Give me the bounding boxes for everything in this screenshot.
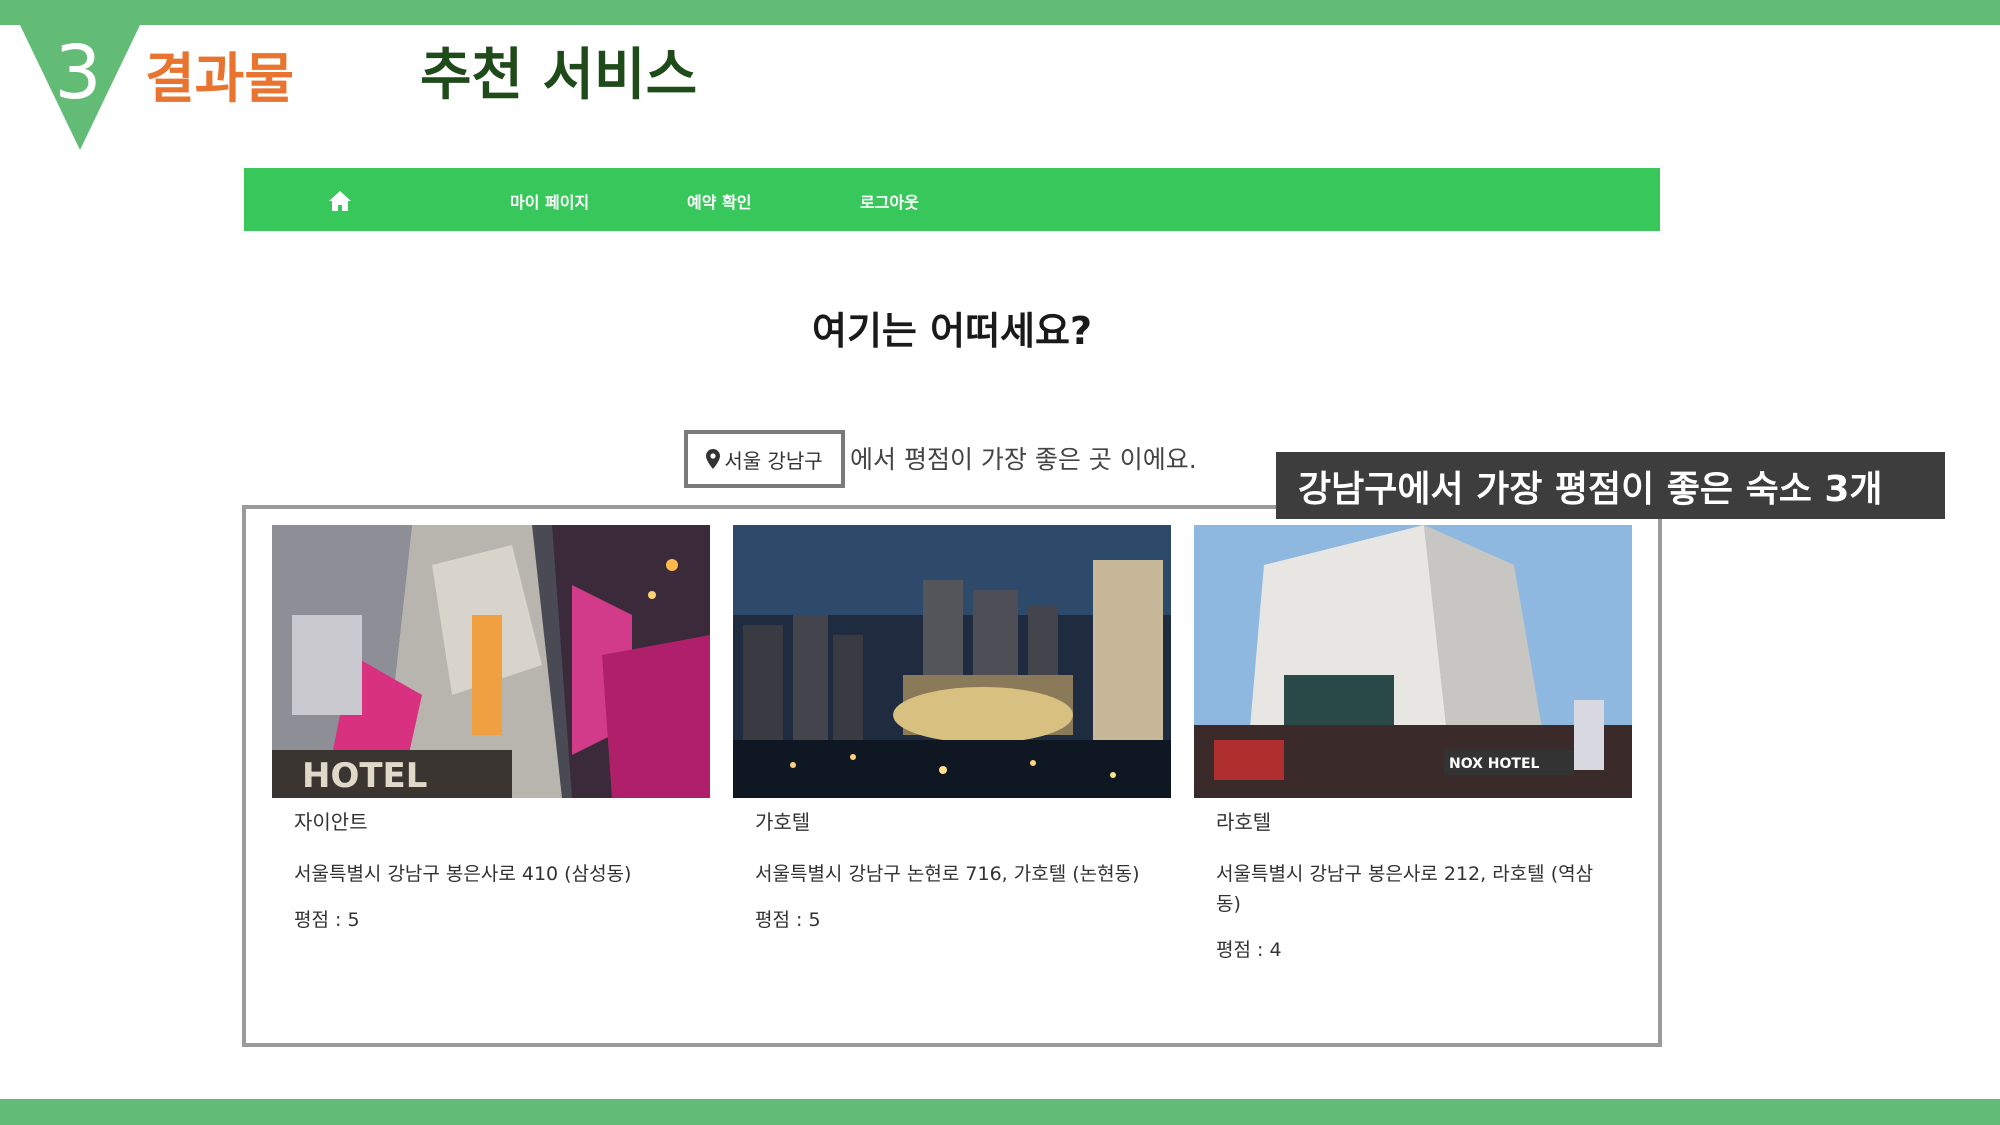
hotel-card[interactable]: 가호텔 서울특별시 강남구 논현로 716, 가호텔 (논현동) 평점 : 5 [733, 525, 1171, 932]
section-number: 3 [54, 30, 102, 116]
hotel-card[interactable]: NOX HOTEL 라호텔 서울특별시 강남구 봉은사로 212, 라호텔 (역… [1194, 525, 1632, 962]
hotel-photo[interactable]: NOX HOTEL [1194, 525, 1632, 798]
page-subtitle: 에서 평점이 가장 좋은 곳 이에요. [850, 445, 1197, 474]
hotel-rating: 평점 : 5 [755, 909, 821, 931]
hotel-name: 라호텔 [1216, 810, 1272, 834]
callout-label: 강남구에서 가장 평점이 좋은 숙소 3개 [1276, 452, 1945, 519]
hotel-rating: 평점 : 4 [1216, 939, 1282, 961]
hotel-photo-image [733, 525, 1171, 798]
hotel-photo[interactable]: HOTEL [272, 525, 710, 798]
bottom-accent-bar [0, 1099, 2000, 1125]
hotel-photo[interactable] [733, 525, 1171, 798]
navbar: 마이 페이지 예약 확인 로그아웃 [244, 168, 1660, 231]
hotel-card[interactable]: HOTEL 자이안트 서울특별시 강남구 봉은사로 410 (삼성동) 평점 :… [272, 525, 710, 932]
nav-item-logout[interactable]: 로그아웃 [860, 189, 919, 213]
slide-title: 추천 서비스 [420, 43, 698, 108]
svg-text:HOTEL: HOTEL [302, 756, 427, 796]
hotel-rating: 평점 : 5 [294, 909, 360, 931]
hotel-name: 가호텔 [755, 810, 811, 834]
map-pin-icon [706, 449, 721, 469]
hotel-name: 자이안트 [294, 810, 368, 834]
location-selector[interactable]: 서울 강남구 [684, 430, 845, 488]
hotel-photo-image: NOX HOTEL [1194, 525, 1632, 798]
hotel-address: 서울특별시 강남구 봉은사로 212, 라호텔 (역삼동) [1216, 863, 1594, 915]
svg-text:NOX HOTEL: NOX HOTEL [1449, 756, 1540, 772]
hotel-address: 서울특별시 강남구 논현로 716, 가호텔 (논현동) [755, 863, 1140, 885]
home-icon[interactable] [328, 190, 352, 212]
section-label: 결과물 [145, 47, 295, 110]
hotel-address: 서울특별시 강남구 봉은사로 410 (삼성동) [294, 863, 632, 885]
hotel-photo-image: HOTEL [272, 525, 710, 798]
results-panel: HOTEL 자이안트 서울특별시 강남구 봉은사로 410 (삼성동) 평점 :… [242, 505, 1662, 1047]
top-accent-bar [0, 0, 2000, 25]
location-label: 서울 강남구 [724, 448, 823, 473]
nav-item-reservation-check[interactable]: 예약 확인 [687, 189, 751, 213]
nav-item-my-page[interactable]: 마이 페이지 [510, 189, 589, 213]
page-heading: 여기는 어떠세요? [812, 309, 1092, 353]
